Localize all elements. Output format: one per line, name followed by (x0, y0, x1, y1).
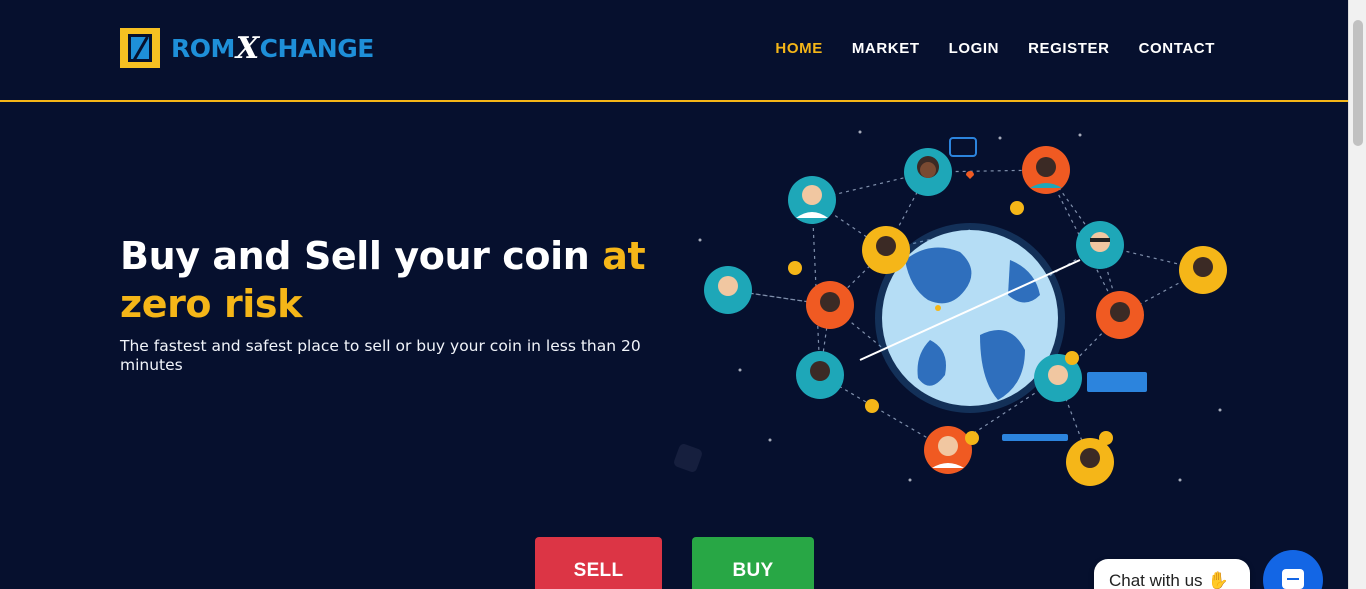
logo-text: ROM X CHANGE (171, 31, 374, 66)
page-scrollbar[interactable] (1348, 0, 1366, 589)
nav-market[interactable]: MARKET (852, 40, 920, 57)
hero-title: Buy and Sell your coin at zero risk (120, 232, 700, 328)
scrollbar-thumb[interactable] (1353, 20, 1363, 146)
chat-bubble[interactable]: Chat with us ✋ (1094, 559, 1250, 589)
nav-home[interactable]: HOME (775, 40, 822, 57)
sell-button[interactable]: SELL (535, 537, 662, 589)
chat-bubble-text: Chat with us (1109, 571, 1203, 589)
logo[interactable]: ROM X CHANGE (120, 28, 374, 68)
nav-register[interactable]: REGISTER (1028, 40, 1109, 57)
logo-text-suffix: CHANGE (259, 33, 375, 63)
hero-subtitle: The fastest and safest place to sell or … (120, 337, 641, 374)
nav-login[interactable]: LOGIN (949, 40, 1000, 57)
nav-contact[interactable]: CONTACT (1139, 40, 1215, 57)
navbar: ROM X CHANGE HOME MARKET LOGIN REGISTER CO… (0, 0, 1348, 102)
logo-text-prefix: ROM (171, 33, 235, 63)
logo-text-x: X (235, 30, 259, 66)
hero-title-main: Buy and Sell your coin (120, 234, 603, 278)
chat-open-button[interactable] (1263, 550, 1323, 589)
waving-hand-icon: ✋ (1207, 571, 1229, 589)
chat-icon (1282, 569, 1304, 589)
buy-button[interactable]: BUY (692, 537, 814, 589)
global-network-icon (698, 130, 1227, 486)
logo-mark-icon (120, 28, 160, 68)
main-nav: HOME MARKET LOGIN REGISTER CONTACT (746, 40, 1215, 57)
